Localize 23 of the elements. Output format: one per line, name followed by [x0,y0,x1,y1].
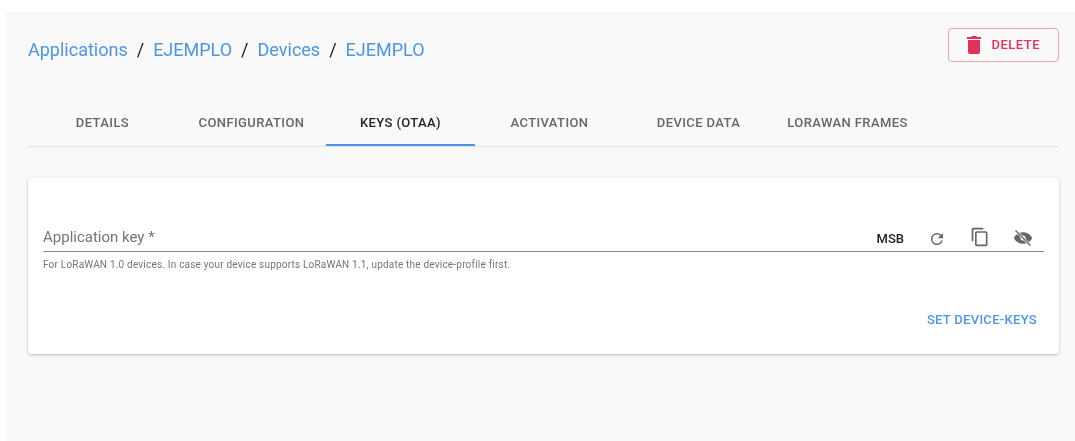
breadcrumb-separator: / [136,37,145,62]
tab[interactable]: CONFIGURATION [177,102,326,146]
tab[interactable]: ACTIVATION [475,102,624,146]
breadcrumb-link[interactable]: Devices [257,35,321,63]
eye-slash-icon[interactable] [1012,228,1034,248]
byte-order-button[interactable]: MSB [876,228,904,248]
tab[interactable]: DEVICE DATA [624,102,773,146]
tab[interactable]: DETAILS [28,102,177,146]
delete-button[interactable]: DELETE [948,28,1059,62]
tab[interactable]: LORAWAN FRAMES [773,102,922,146]
breadcrumb-separator: / [329,37,337,62]
helper-text: For LoRaWAN 1.0 devices. In case your device supports LoRaWAN 1.1, update the device-profile first. [43,258,512,272]
trash-icon [967,36,982,54]
tab[interactable]: KEYS (OTAA) [326,102,475,146]
field-label: Application key * [43,226,156,248]
set-keys-button[interactable]: SET DEVICE-KEYS [926,310,1037,330]
breadcrumb-separator: / [241,37,249,62]
application-key-field[interactable]: Application key * MSB [43,226,1044,252]
breadcrumb-link[interactable]: EJEMPLO [345,35,425,63]
breadcrumb-link[interactable]: Applications [28,35,128,63]
breadcrumb-link[interactable]: EJEMPLO [153,35,233,63]
copy-icon[interactable] [970,226,990,248]
refresh-icon[interactable] [928,230,946,248]
